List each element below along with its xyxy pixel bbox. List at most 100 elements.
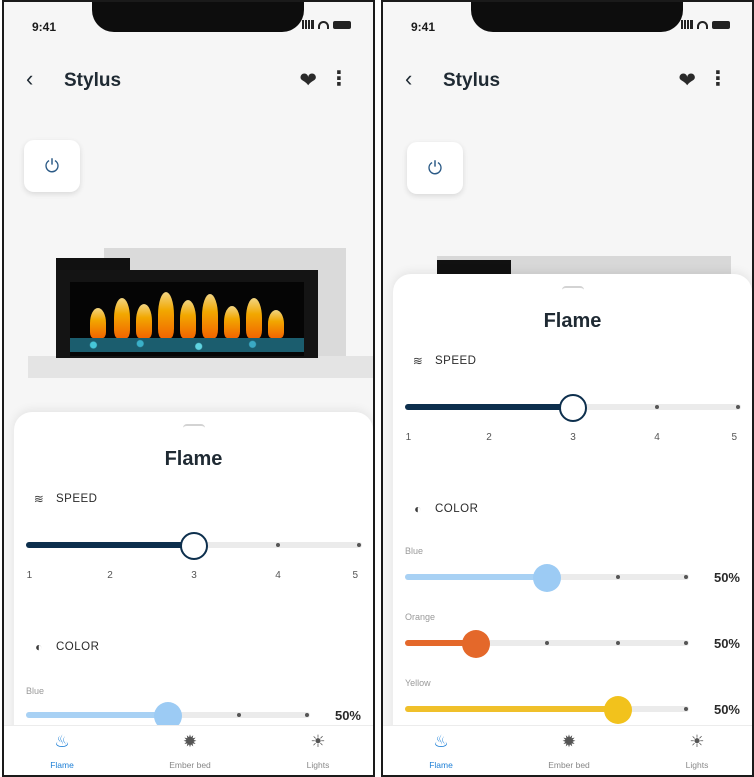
battery-icon [333,20,351,29]
slider-thumb[interactable] [604,696,632,724]
back-icon[interactable]: ‹ [26,66,33,92]
orange-slider[interactable] [405,630,689,658]
tab-bar: ♨ Flame ✹ Ember bed ☀ Lights [4,725,373,775]
slider-step-dot [545,641,549,645]
speed-icon: ≋ [412,354,424,368]
slider-thumb[interactable] [559,394,587,422]
flame-icon: ♨ [54,732,70,751]
speed-tick-label: 5 [731,432,738,443]
flame [114,298,130,338]
back-icon[interactable]: ‹ [405,66,412,92]
speed-ticks: 1 2 3 4 5 [26,570,362,584]
fireplace-glass [70,282,304,356]
phone-screen-left: 9:41 ‹ Stylus ❤ ⋮ ⏻ Flame ≋ SPEED 1 2 3 … [2,0,375,777]
sheet-handle[interactable] [182,424,205,428]
color-icon: ◐ [35,640,43,654]
slider-thumb[interactable] [533,564,561,592]
speed-label-text: SPEED [56,493,98,505]
lights-icon: ☀ [689,732,705,751]
more-options-icon[interactable]: ⋮ [708,66,728,91]
slider-fill [26,712,168,718]
tab-ember-bed[interactable]: ✹ Ember bed [529,732,609,770]
phone-screen-right: 9:41 ‹ Stylus ❤ ⋮ ⏻ Flame ≋ SPEED 1 2 3 4 5 … [381,0,754,777]
ember-bed [70,338,304,352]
slider-thumb[interactable] [462,630,490,658]
speed-tick-label: 5 [352,570,359,581]
wifi-icon [318,20,329,29]
ember-bed-icon: ✹ [561,732,577,751]
blue-label: Blue [26,686,45,696]
more-options-icon[interactable]: ⋮ [329,66,349,91]
lights-icon: ☀ [310,732,326,751]
status-icons [302,20,351,29]
battery-icon [712,20,730,29]
slider-fill [405,574,547,580]
sheet-title: Flame [543,310,602,332]
blue-slider[interactable] [405,564,689,592]
page-title: Stylus [64,70,122,91]
header: ‹ Stylus ❤ ⋮ [383,64,752,98]
tab-bar: ♨ Flame ✹ Ember bed ☀ Lights [383,725,752,775]
tab-label: Lights [306,760,330,770]
signal-icon [302,20,314,29]
flame [268,310,284,338]
speed-slider[interactable] [405,394,741,422]
speed-tick-label: 2 [107,570,113,581]
fireplace-hearth [28,356,373,378]
power-button[interactable]: ⏻ [24,140,80,192]
flame-sheet: Flame ≋ SPEED 1 2 3 4 5 ◐ COLOR Blue 50% [14,412,373,775]
tab-label: Flame [429,760,453,770]
status-time: 9:41 [32,20,57,34]
notch [471,2,683,32]
speed-tick-label: 4 [275,570,281,581]
speed-label: ≋ SPEED [32,492,98,506]
color-label: ◐ COLOR [32,640,99,654]
speed-tick-label: 3 [570,432,576,443]
orange-label: Orange [405,612,436,622]
speed-slider[interactable] [26,532,362,560]
slider-fill [26,542,194,548]
power-button[interactable]: ⏻ [407,142,463,194]
slider-fill [405,706,618,712]
tab-label: Lights [685,760,709,770]
speed-tick-label: 1 [26,570,33,581]
speed-tick-label: 4 [654,432,660,443]
notch [92,2,304,32]
sheet-handle[interactable] [561,286,584,290]
color-icon: ◐ [414,502,422,516]
slider-thumb[interactable] [180,532,208,560]
favorite-settings-icon[interactable]: ❤ [299,68,317,93]
slider-step-dot [237,713,241,717]
flame [158,292,174,338]
flame [136,304,152,338]
tab-lights[interactable]: ☀ Lights [657,732,737,770]
flame [224,306,240,338]
yellow-slider[interactable] [405,696,689,724]
yellow-label: Yellow [405,678,431,688]
color-label-text: COLOR [435,503,479,515]
speed-label-text: SPEED [435,355,477,367]
tab-flame[interactable]: ♨ Flame [401,732,481,770]
tab-ember-bed[interactable]: ✹ Ember bed [150,732,230,770]
status-icons [681,20,730,29]
power-icon: ⏻ [427,157,443,178]
slider-step-dot [655,405,659,409]
blue-label: Blue [405,546,424,556]
orange-value: 50% [713,636,740,651]
tab-flame[interactable]: ♨ Flame [22,732,102,770]
tab-label: Flame [50,760,74,770]
favorite-settings-icon[interactable]: ❤ [678,68,696,93]
blue-value: 50% [334,708,361,723]
color-label-text: COLOR [56,641,100,653]
tab-label: Ember bed [169,760,211,770]
slider-step-dot [616,575,620,579]
speed-tick-label: 3 [191,570,197,581]
tab-lights[interactable]: ☀ Lights [278,732,358,770]
color-label: ◐ COLOR [411,502,478,516]
flame [90,308,106,338]
fireplace-image [28,248,373,378]
slider-fill [405,404,573,410]
speed-label: ≋ SPEED [411,354,477,368]
slider-step-dot [356,543,361,547]
sheet-title: Flame [164,448,223,470]
